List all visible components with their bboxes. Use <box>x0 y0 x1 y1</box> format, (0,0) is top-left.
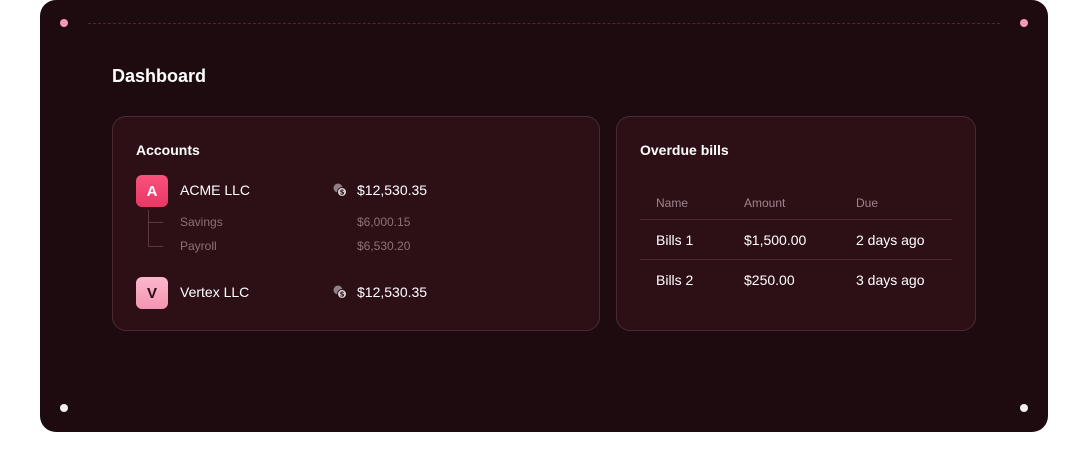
bill-name-cell: Bills 1 <box>640 219 728 260</box>
bill-name-cell: Bills 2 <box>656 271 694 288</box>
corner-dot <box>60 19 68 27</box>
avatar: A <box>136 175 168 207</box>
coins-icon: $ <box>333 183 347 197</box>
bill-amount-cell: $250.00 <box>744 271 795 288</box>
sub-account-amount: $6,000.15 <box>357 215 411 229</box>
account-name: ACME LLC <box>180 182 251 198</box>
account-row-acme[interactable]: A ACME LLC $ $12,530.35 <box>136 175 576 207</box>
account-row-vertex[interactable]: V Vertex LLC $ $12,530.35 <box>136 277 576 309</box>
account-name: Vertex LLC <box>180 284 250 300</box>
overdue-bills-title: Overdue bills <box>640 142 729 158</box>
svg-text:$: $ <box>340 189 345 197</box>
sub-account-row[interactable]: Savings $6,000.15 <box>180 213 560 231</box>
bill-amount-cell: $1,500.00 <box>728 219 840 260</box>
coins-icon: $ <box>333 285 347 299</box>
corner-dot <box>1020 404 1028 412</box>
bills-table: Name Amount Due Bills 1 $1,500.00 2 days… <box>640 187 952 299</box>
table-row[interactable]: Bills 2 $250.00 3 days ago <box>640 260 952 300</box>
accounts-card-title: Accounts <box>136 142 200 158</box>
account-total-value: $12,530.35 <box>357 284 428 300</box>
sub-account-label: Payroll <box>180 239 217 253</box>
column-header-amount: Amount <box>728 187 840 220</box>
table-row[interactable]: Bills 1 $1,500.00 2 days ago <box>640 219 952 260</box>
sub-account-amount: $6,530.20 <box>357 239 411 253</box>
sub-account-label: Savings <box>180 215 223 229</box>
dashboard-frame: Dashboard Accounts A ACME LLC $ $12,530.… <box>40 0 1048 432</box>
avatar: V <box>136 277 168 309</box>
sub-account-tree <box>148 210 164 247</box>
bill-due-cell: 2 days ago <box>840 219 952 260</box>
column-header-due: Due <box>840 187 952 220</box>
account-total: $ $12,530.35 <box>333 182 427 198</box>
svg-text:$: $ <box>340 291 345 299</box>
corner-dot <box>1020 19 1028 27</box>
column-header-name: Name <box>640 187 728 220</box>
account-total-value: $12,530.35 <box>357 182 428 198</box>
account-total: $ $12,530.35 <box>333 284 427 300</box>
sub-account-row[interactable]: Payroll $6,530.20 <box>180 237 560 255</box>
page-title: Dashboard <box>112 66 207 86</box>
corner-dot <box>60 404 68 412</box>
overdue-bills-card: Overdue bills Name Amount Due Bills 1 $1… <box>616 116 976 331</box>
table-header-row: Name Amount Due <box>640 187 952 220</box>
dashed-divider <box>88 23 1000 24</box>
accounts-card: Accounts A ACME LLC $ $12,530.35 Savings… <box>112 116 600 331</box>
bill-due-cell: 3 days ago <box>856 271 925 288</box>
